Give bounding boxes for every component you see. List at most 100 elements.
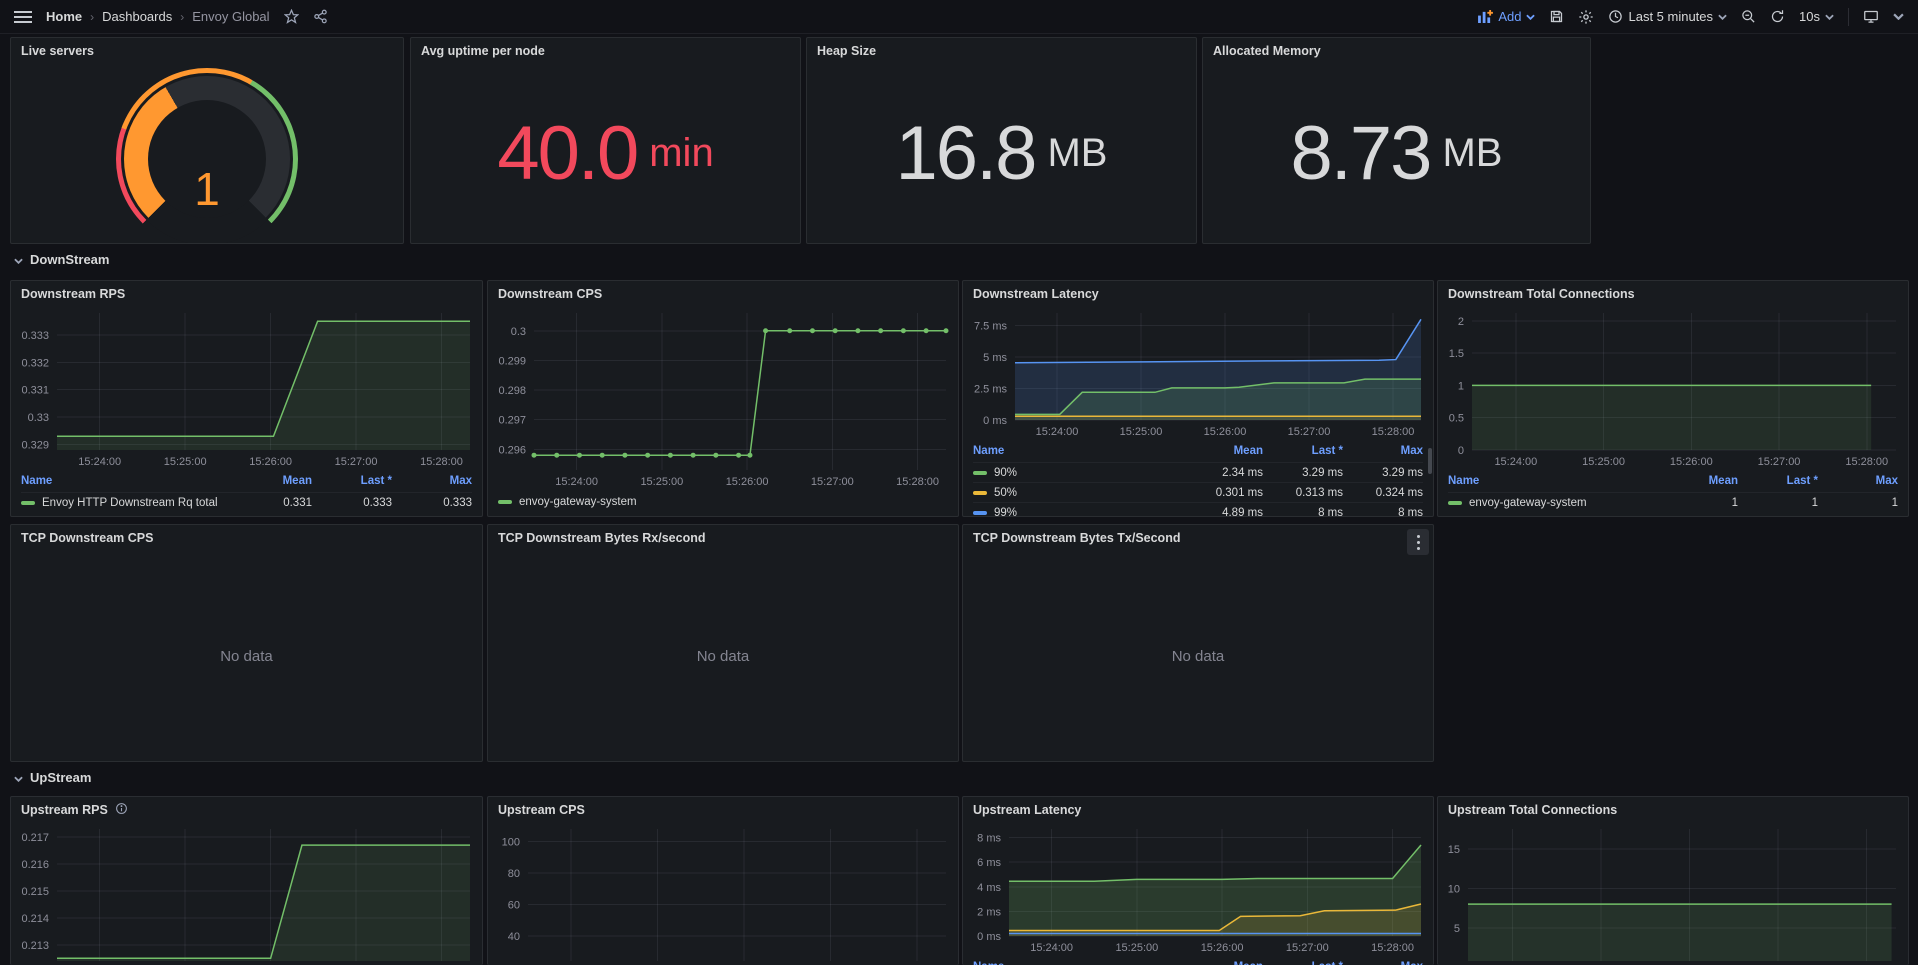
section-downstream[interactable]: DownStream: [14, 252, 109, 267]
panel-title[interactable]: TCP Downstream Bytes Tx/Second: [963, 525, 1433, 551]
svg-text:0.33: 0.33: [28, 412, 49, 424]
panel-title[interactable]: TCP Downstream CPS: [11, 525, 482, 551]
save-dashboard-button[interactable]: [1549, 9, 1564, 24]
svg-text:8 ms: 8 ms: [977, 833, 1001, 845]
panel-title[interactable]: Downstream Latency: [963, 281, 1433, 307]
section-chevron-icon: [14, 252, 23, 267]
svg-text:0.299: 0.299: [498, 355, 526, 367]
chart-legend: envoy-gateway-system: [488, 490, 958, 516]
panel-title[interactable]: Allocated Memory: [1203, 38, 1590, 64]
panel-title[interactable]: Upstream Total Connections: [1438, 797, 1908, 823]
svg-text:15:25:00: 15:25:00: [1120, 426, 1163, 438]
stat-value: 16.8 MB: [807, 64, 1196, 243]
svg-text:0.217: 0.217: [21, 832, 49, 844]
panel-title[interactable]: Downstream CPS: [488, 281, 958, 307]
chart-legend: NameMeanLast *Max90%2.34 ms3.29 ms3.29 m…: [963, 440, 1433, 516]
legend-row[interactable]: 50%0.301 ms0.313 ms0.324 ms: [973, 482, 1423, 502]
zoom-out-icon: [1741, 9, 1756, 24]
share-button[interactable]: [313, 9, 328, 24]
series-color-swatch: [1448, 501, 1462, 505]
panel-downstream-total-connections: Downstream Total Connections 15:24:0015:…: [1437, 280, 1909, 517]
svg-text:15:25:00: 15:25:00: [640, 476, 683, 488]
panel-tcp-downstream-bytes-tx: TCP Downstream Bytes Tx/Second No data: [962, 524, 1434, 762]
panel-title[interactable]: Upstream CPS: [488, 797, 958, 823]
chevron-down-icon: [1718, 14, 1727, 20]
panel-title[interactable]: TCP Downstream Bytes Rx/second: [488, 525, 958, 551]
svg-text:2: 2: [1458, 316, 1464, 328]
svg-text:15:26:00: 15:26:00: [249, 456, 292, 468]
gear-icon: [1578, 9, 1594, 25]
stat-value: 8.73 MB: [1203, 64, 1590, 243]
favorite-button[interactable]: [284, 9, 299, 24]
breadcrumb-separator: ›: [180, 10, 184, 24]
chart-plot[interactable]: 15:24:0015:25:0015:26:0015:27:0015:28:00…: [11, 307, 482, 470]
panel-upstream-cps: Upstream CPS 406080100: [487, 796, 959, 965]
refresh-icon: [1770, 9, 1785, 24]
svg-text:15:26:00: 15:26:00: [1201, 942, 1244, 954]
chart-plot[interactable]: 15:24:0015:25:0015:26:0015:27:0015:28:00…: [1438, 307, 1908, 470]
svg-text:15:25:00: 15:25:00: [1582, 456, 1625, 468]
legend-row[interactable]: Envoy HTTP Downstream Rq total0.3310.333…: [21, 492, 472, 512]
monitor-icon: [1863, 9, 1879, 24]
section-label: UpStream: [30, 770, 91, 785]
legend-header: NameMeanLast *Max: [21, 470, 472, 492]
svg-text:15:27:00: 15:27:00: [1758, 456, 1801, 468]
stat-unit: min: [649, 131, 713, 176]
legend-row[interactable]: envoy-gateway-system111: [1448, 492, 1898, 512]
panel-title[interactable]: Heap Size: [807, 38, 1196, 64]
chart-plot[interactable]: 51015: [1438, 823, 1908, 965]
panel-title[interactable]: Upstream Latency: [963, 797, 1433, 823]
legend-row[interactable]: 99%4.89 ms8 ms8 ms: [973, 502, 1423, 516]
svg-text:15:24:00: 15:24:00: [1030, 942, 1073, 954]
svg-text:0.296: 0.296: [498, 444, 526, 456]
panel-title[interactable]: Downstream RPS: [11, 281, 482, 307]
menu-button[interactable]: [14, 10, 32, 24]
breadcrumb-home[interactable]: Home: [46, 9, 82, 24]
chart-plot[interactable]: 15:24:0015:25:0015:26:0015:27:0015:28:00…: [488, 307, 958, 490]
svg-text:2.5 ms: 2.5 ms: [974, 384, 1008, 396]
chart-legend: NameMeanLast *Max: [963, 956, 1433, 965]
breadcrumb-separator: ›: [90, 10, 94, 24]
svg-text:15:27:00: 15:27:00: [335, 456, 378, 468]
info-icon[interactable]: [115, 802, 128, 818]
refresh-interval-picker[interactable]: 10s: [1799, 9, 1834, 24]
svg-text:15:25:00: 15:25:00: [164, 456, 207, 468]
refresh-button[interactable]: [1770, 9, 1785, 24]
panel-menu-button[interactable]: [1407, 529, 1429, 555]
svg-text:2 ms: 2 ms: [977, 906, 1001, 918]
legend-scrollbar[interactable]: [1428, 448, 1432, 474]
panel-allocated-memory: Allocated Memory 8.73 MB: [1202, 37, 1591, 244]
panel-downstream-latency: Downstream Latency 15:24:0015:25:0015:26…: [962, 280, 1434, 517]
time-range-picker[interactable]: Last 5 minutes: [1608, 9, 1727, 24]
panel-title[interactable]: Avg uptime per node: [411, 38, 800, 64]
svg-text:0.213: 0.213: [21, 940, 49, 952]
breadcrumb-dashboards[interactable]: Dashboards: [102, 9, 172, 24]
chart-plot[interactable]: 15:24:0015:25:0015:26:0015:27:0015:28:00…: [963, 307, 1433, 440]
section-upstream[interactable]: UpStream: [14, 770, 91, 785]
svg-text:15:28:00: 15:28:00: [1372, 426, 1415, 438]
nav-expand-button[interactable]: [1893, 13, 1904, 20]
add-panel-icon: [1478, 10, 1493, 23]
chart-legend: NameMeanLast *MaxEnvoy HTTP Downstream R…: [11, 470, 482, 516]
legend-row[interactable]: 90%2.34 ms3.29 ms3.29 ms: [973, 462, 1423, 482]
series-color-swatch: [498, 500, 512, 504]
panel-title[interactable]: Live servers: [11, 38, 403, 64]
panel-tcp-downstream-bytes-rx: TCP Downstream Bytes Rx/second No data: [487, 524, 959, 762]
svg-text:7.5 ms: 7.5 ms: [974, 321, 1008, 333]
tv-mode-button[interactable]: [1863, 9, 1879, 24]
panel-downstream-cps: Downstream CPS 15:24:0015:25:0015:26:001…: [487, 280, 959, 517]
series-color-swatch: [21, 501, 35, 505]
stat-value: 40.0 min: [411, 64, 800, 243]
panel-title[interactable]: Upstream RPS: [11, 797, 482, 823]
add-button[interactable]: Add: [1478, 9, 1535, 24]
settings-button[interactable]: [1578, 9, 1594, 25]
chart-plot[interactable]: 0.2130.2140.2150.2160.217: [11, 823, 482, 965]
legend-item[interactable]: envoy-gateway-system: [498, 490, 948, 514]
chart-plot[interactable]: 406080100: [488, 823, 958, 965]
panel-title[interactable]: Downstream Total Connections: [1438, 281, 1908, 307]
chart-plot[interactable]: 15:24:0015:25:0015:26:0015:27:0015:28:00…: [963, 823, 1433, 956]
panel-upstream-total-connections: Upstream Total Connections 51015: [1437, 796, 1909, 965]
series-color-swatch: [973, 491, 987, 495]
svg-text:0.297: 0.297: [498, 415, 526, 427]
zoom-out-button[interactable]: [1741, 9, 1756, 24]
